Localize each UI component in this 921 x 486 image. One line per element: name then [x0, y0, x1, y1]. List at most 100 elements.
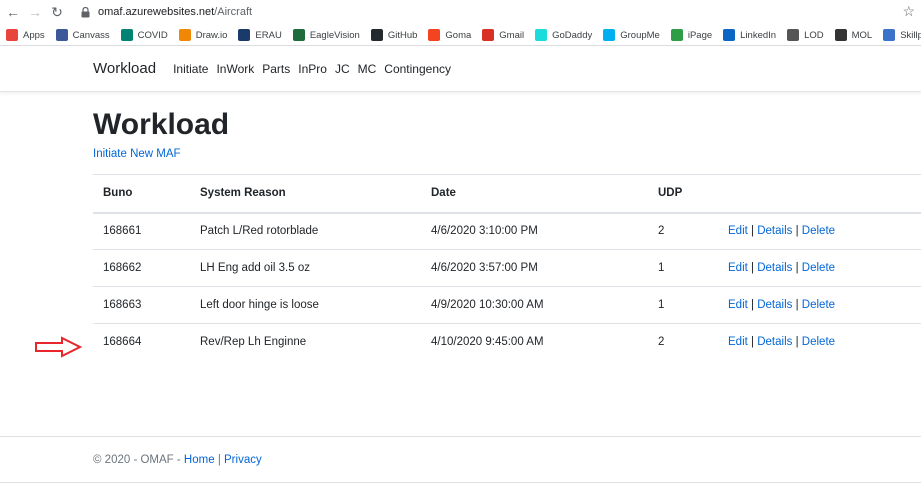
reload-icon[interactable]: ↻: [46, 1, 68, 23]
delete-link[interactable]: Delete: [802, 299, 835, 311]
footer-copyright: © 2020 - OMAF -: [93, 454, 184, 466]
action-separator: |: [751, 299, 755, 311]
actions-cell: Edit | Details | Delete: [718, 212, 921, 250]
bookmark-erau[interactable]: ERAU: [238, 29, 282, 41]
bookmark-label: Skillpip: [900, 29, 921, 41]
navbar-brand[interactable]: Workload: [93, 60, 156, 77]
edit-link[interactable]: Edit: [728, 262, 748, 274]
divider: [0, 482, 921, 483]
action-separator: |: [751, 262, 755, 274]
address-bar[interactable]: omaf.azurewebsites.net/Aircraft: [98, 6, 252, 18]
bookmark-covid[interactable]: COVID: [120, 29, 168, 41]
footer-separator: |: [217, 454, 221, 466]
forward-arrow-icon[interactable]: →: [24, 1, 46, 23]
bookmark-github[interactable]: GitHub: [370, 29, 417, 41]
action-separator: |: [795, 225, 799, 238]
bookmark-label: GoDaddy: [552, 29, 593, 41]
details-link[interactable]: Details: [757, 225, 792, 237]
back-arrow-icon[interactable]: ←: [2, 1, 24, 23]
mol-icon: [834, 29, 847, 41]
bookmark-canvass[interactable]: Canvass: [55, 29, 110, 41]
table-row: 168664 Rev/Rep Lh Enginne 4/10/2020 9:45:0…: [93, 323, 921, 361]
buno-cell: 168663: [93, 286, 190, 324]
delete-link[interactable]: Delete: [802, 225, 835, 237]
address-row: ← → ↻ omaf.azurewebsites.net/Aircraft ☆: [0, 0, 921, 24]
system-reason-cell: Left door hinge is loose: [190, 286, 421, 324]
nav-link-contingency[interactable]: Contingency: [384, 62, 451, 76]
system-reason-cell: LH Eng add oil 3.5 oz: [190, 249, 421, 287]
delete-link[interactable]: Delete: [802, 262, 835, 274]
nav-link-mc[interactable]: MC: [358, 62, 377, 76]
column-header-udp: UDP: [648, 174, 718, 214]
nav-link-parts[interactable]: Parts: [262, 62, 290, 76]
site-navbar: Workload Initiate InWork Parts InPro JC …: [0, 46, 921, 92]
date-cell: 4/10/2020 9:45:00 AM: [421, 323, 648, 361]
action-separator: |: [751, 336, 755, 349]
erau-icon: [238, 29, 251, 41]
bookmark-gmail[interactable]: Gmail: [482, 29, 524, 41]
bookmark-label: iPage: [687, 29, 713, 41]
bookmark-label: MOL: [851, 29, 873, 41]
buno-cell: 168664: [93, 323, 190, 361]
linkedin-icon: [723, 29, 736, 41]
bookmark-apps[interactable]: Apps: [6, 29, 45, 41]
details-link[interactable]: Details: [757, 336, 792, 348]
bookmark-label: Canvass: [72, 29, 110, 41]
godaddy-icon: [535, 29, 548, 41]
table-row: 168661 Patch L/Red rotorblade 4/6/2020 3:1…: [93, 212, 921, 250]
bookmark-label: ERAU: [255, 29, 282, 41]
bookmark-mol[interactable]: MOL: [834, 29, 873, 41]
column-header-date: Date: [421, 174, 648, 214]
edit-link[interactable]: Edit: [728, 336, 748, 348]
joomla-icon: [428, 29, 441, 41]
bookmark-label: Apps: [23, 29, 45, 41]
bookmark-groupme[interactable]: GroupMe: [603, 29, 660, 41]
column-header-buno: Buno: [93, 174, 190, 214]
bookmark-goma[interactable]: Goma: [428, 29, 471, 41]
eaglevision-icon: [292, 29, 305, 41]
action-separator: |: [795, 262, 799, 274]
footer-privacy-link[interactable]: Privacy: [224, 454, 262, 466]
nav-link-inpro[interactable]: InPro: [298, 62, 327, 76]
browser-chrome: ← → ↻ omaf.azurewebsites.net/Aircraft ☆ …: [0, 0, 921, 46]
bookmark-label: LOD: [804, 29, 824, 41]
details-link[interactable]: Details: [757, 299, 792, 311]
initiate-new-maf-link[interactable]: Initiate New MAF: [93, 148, 921, 160]
bookmark-label: GroupMe: [620, 29, 660, 41]
buno-cell: 168662: [93, 249, 190, 287]
nav-link-initiate[interactable]: Initiate: [173, 62, 208, 76]
bookmark-star-icon[interactable]: ☆: [902, 3, 915, 20]
groupme-icon: [603, 29, 616, 41]
udp-cell: 1: [648, 249, 718, 287]
main-content: Workload Initiate New MAF Buno System Re…: [0, 92, 921, 361]
footer: © 2020 - OMAF - Home | Privacy: [0, 436, 921, 466]
udp-cell: 1: [648, 286, 718, 324]
details-link[interactable]: Details: [757, 262, 792, 274]
table-row: 168662 LH Eng add oil 3.5 oz 4/6/2020 3:57…: [93, 249, 921, 287]
udp-cell: 2: [648, 212, 718, 250]
nav-link-jc[interactable]: JC: [335, 62, 350, 76]
lock-icon[interactable]: [78, 5, 92, 19]
edit-link[interactable]: Edit: [728, 225, 748, 237]
bookmark-eaglevision[interactable]: EagleVision: [292, 29, 360, 41]
action-separator: |: [751, 225, 755, 238]
bookmark-lod[interactable]: LOD: [787, 29, 824, 41]
buno-cell: 168661: [93, 212, 190, 250]
bookmarks-bar: Apps Canvass COVID Draw.io ERAU EagleVision Gi…: [0, 24, 921, 46]
actions-cell: Edit | Details | Delete: [718, 323, 921, 361]
bookmark-godaddy[interactable]: GoDaddy: [535, 29, 592, 41]
bookmark-draw-io[interactable]: Draw.io: [178, 29, 228, 41]
nav-link-inwork[interactable]: InWork: [216, 62, 254, 76]
bookmark-label: COVID: [137, 29, 168, 41]
bookmark-label: LinkedIn: [740, 29, 777, 41]
edit-link[interactable]: Edit: [728, 299, 748, 311]
ipage-icon: [670, 29, 683, 41]
delete-link[interactable]: Delete: [802, 336, 835, 348]
bookmark-skillpip[interactable]: Skillpip: [883, 29, 921, 41]
bookmark-label: Draw.io: [195, 29, 228, 41]
bookmark-linkedin[interactable]: LinkedIn: [723, 29, 776, 41]
bookmark-ipage[interactable]: iPage: [670, 29, 713, 41]
actions-cell: Edit | Details | Delete: [718, 286, 921, 324]
bookmark-label: Goma: [445, 29, 472, 41]
footer-home-link[interactable]: Home: [184, 454, 215, 466]
